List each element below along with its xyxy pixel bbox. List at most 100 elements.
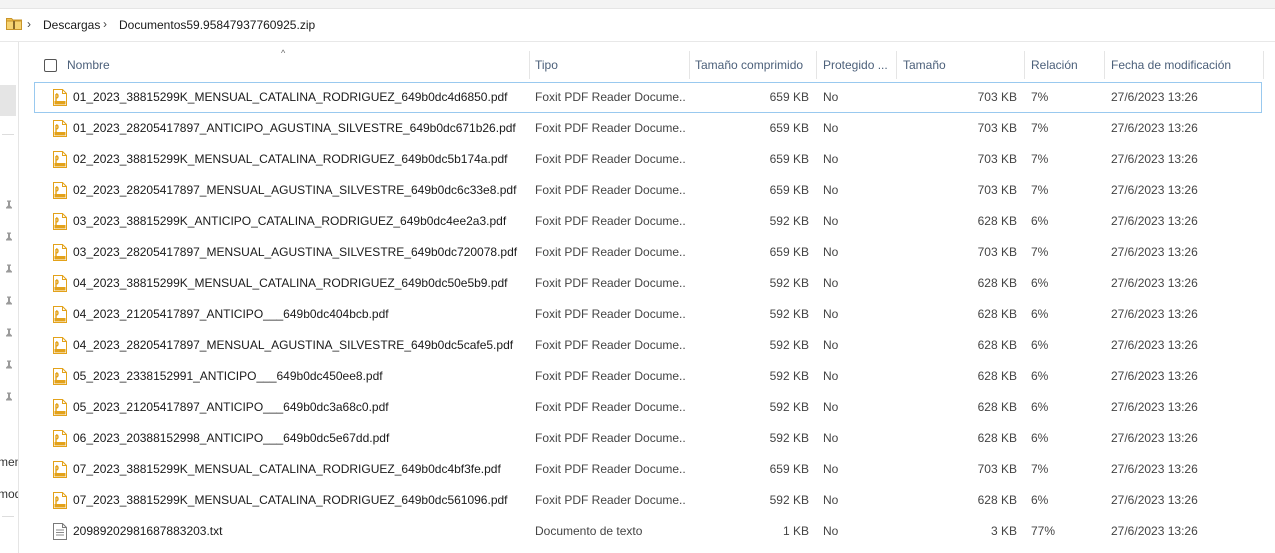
file-compressed-size: 592 KB [769,369,809,383]
file-row[interactable]: 01_2023_38815299K_MENSUAL_CATALINA_RODRI… [34,82,1262,113]
file-row[interactable]: 04_2023_28205417897_MENSUAL_AGUSTINA_SIL… [34,330,1262,361]
pdf-icon [53,213,67,230]
pin-icon [4,296,14,308]
file-size: 703 KB [977,121,1017,135]
column-divider[interactable] [1263,51,1264,79]
breadcrumb-separator[interactable]: › [27,17,31,31]
file-size: 703 KB [977,152,1017,166]
file-row[interactable]: 07_2023_38815299K_MENSUAL_CATALINA_RODRI… [34,454,1262,485]
file-name: 01_2023_28205417897_ANTICIPO_AGUSTINA_SI… [73,121,516,135]
file-protected: No [823,90,839,104]
file-name: 02_2023_38815299K_MENSUAL_CATALINA_RODRI… [73,152,508,166]
file-row[interactable]: 20989202981687883203.txt Documento de tex… [34,516,1262,547]
file-modified: 27/6/2023 13:26 [1111,338,1198,352]
file-protected: No [823,400,839,414]
file-modified: 27/6/2023 13:26 [1111,152,1198,166]
breadcrumb-item-descargas[interactable]: Descargas [43,18,100,32]
file-row[interactable]: 04_2023_38815299K_MENSUAL_CATALINA_RODRI… [34,268,1262,299]
column-divider[interactable] [1024,51,1025,79]
file-row[interactable]: 07_2023_38815299K_MENSUAL_CATALINA_RODRI… [34,485,1262,516]
column-header-name[interactable]: Nombre [67,51,527,79]
file-type: Foxit PDF Reader Docume... [535,90,685,104]
column-divider[interactable] [529,51,530,79]
file-compressed-size: 592 KB [769,431,809,445]
pdf-icon [53,151,67,168]
file-type: Foxit PDF Reader Docume... [535,431,685,445]
column-header-modified[interactable]: Fecha de modificación [1111,51,1261,79]
file-row[interactable]: 03_2023_38815299K_ANTICIPO_CATALINA_RODR… [34,206,1262,237]
file-row[interactable]: 05_2023_2338152991_ANTICIPO___649b0dc450… [34,361,1262,392]
file-row[interactable]: 02_2023_28205417897_MENSUAL_AGUSTINA_SIL… [34,175,1262,206]
file-row[interactable]: 03_2023_28205417897_MENSUAL_AGUSTINA_SIL… [34,237,1262,268]
column-header-compressed-size[interactable]: Tamaño comprimido [695,51,815,79]
file-protected: No [823,462,839,476]
file-ratio: 7% [1031,90,1049,104]
file-protected: No [823,214,839,228]
file-row[interactable]: 06_2023_20388152998_ANTICIPO___649b0dc5e… [34,423,1262,454]
nav-item-partial-label[interactable]: mod [0,487,18,501]
file-ratio: 7% [1031,152,1049,166]
file-name: 20989202981687883203.txt [73,524,223,538]
column-header-protected[interactable]: Protegido ... [823,51,895,79]
file-name: 06_2023_20388152998_ANTICIPO___649b0dc5e… [73,431,390,445]
file-modified: 27/6/2023 13:26 [1111,462,1198,476]
file-compressed-size: 592 KB [769,276,809,290]
pin-icon [4,232,14,244]
file-row[interactable]: 05_2023_21205417897_ANTICIPO___649b0dc3a… [34,392,1262,423]
file-name: 01_2023_38815299K_MENSUAL_CATALINA_RODRI… [73,90,508,104]
file-type: Foxit PDF Reader Docume... [535,152,685,166]
file-protected: No [823,338,839,352]
pin-icon [4,264,14,276]
file-size: 628 KB [977,307,1017,321]
file-ratio: 7% [1031,183,1049,197]
column-divider[interactable] [896,51,897,79]
file-type: Foxit PDF Reader Docume... [535,121,685,135]
pin-icon [4,328,14,340]
nav-selected-item[interactable] [0,85,16,116]
file-ratio: 6% [1031,493,1049,507]
column-divider[interactable] [816,51,817,79]
nav-item-partial-label[interactable]: ment [0,455,18,469]
file-compressed-size: 659 KB [769,152,809,166]
file-size: 628 KB [977,214,1017,228]
file-protected: No [823,431,839,445]
column-divider[interactable] [689,51,690,79]
file-row[interactable]: 02_2023_38815299K_MENSUAL_CATALINA_RODRI… [34,144,1262,175]
file-ratio: 6% [1031,431,1049,445]
navigation-pane[interactable]: ment mod [0,42,19,553]
breadcrumb-item-zip[interactable]: Documentos59.95847937760925.zip [119,18,315,32]
column-header: Nombre Tipo Tamaño comprimido Protegido … [34,51,1264,79]
pdf-icon [53,337,67,354]
pdf-icon [53,368,67,385]
file-size: 703 KB [977,183,1017,197]
breadcrumb-separator[interactable]: › [103,17,107,31]
select-all-checkbox[interactable] [44,59,57,72]
file-compressed-size: 1 KB [782,524,809,538]
address-bar[interactable]: › Descargas › Documentos59.9584793776092… [0,9,1275,42]
file-size: 703 KB [977,462,1017,476]
nav-divider [2,516,14,517]
file-modified: 27/6/2023 13:26 [1111,524,1198,538]
file-protected: No [823,276,839,290]
file-protected: No [823,121,839,135]
file-row[interactable]: 04_2023_21205417897_ANTICIPO___649b0dc40… [34,299,1262,330]
column-divider[interactable] [1104,51,1105,79]
file-name: 05_2023_21205417897_ANTICIPO___649b0dc3a… [73,400,389,414]
file-protected: No [823,307,839,321]
file-name: 04_2023_28205417897_MENSUAL_AGUSTINA_SIL… [73,338,514,352]
file-name: 05_2023_2338152991_ANTICIPO___649b0dc450… [73,369,383,383]
column-header-type[interactable]: Tipo [535,51,685,79]
file-protected: No [823,245,839,259]
file-type: Foxit PDF Reader Docume... [535,493,685,507]
column-header-ratio[interactable]: Relación [1031,51,1106,79]
file-name: 02_2023_28205417897_MENSUAL_AGUSTINA_SIL… [73,183,517,197]
file-modified: 27/6/2023 13:26 [1111,214,1198,228]
file-size: 628 KB [977,431,1017,445]
file-modified: 27/6/2023 13:26 [1111,369,1198,383]
file-row[interactable]: 01_2023_28205417897_ANTICIPO_AGUSTINA_SI… [34,113,1262,144]
column-header-size[interactable]: Tamaño [903,51,1023,79]
file-ratio: 6% [1031,400,1049,414]
file-modified: 27/6/2023 13:26 [1111,493,1198,507]
file-name: 03_2023_38815299K_ANTICIPO_CATALINA_RODR… [73,214,507,228]
window-top-strip [0,0,1275,9]
